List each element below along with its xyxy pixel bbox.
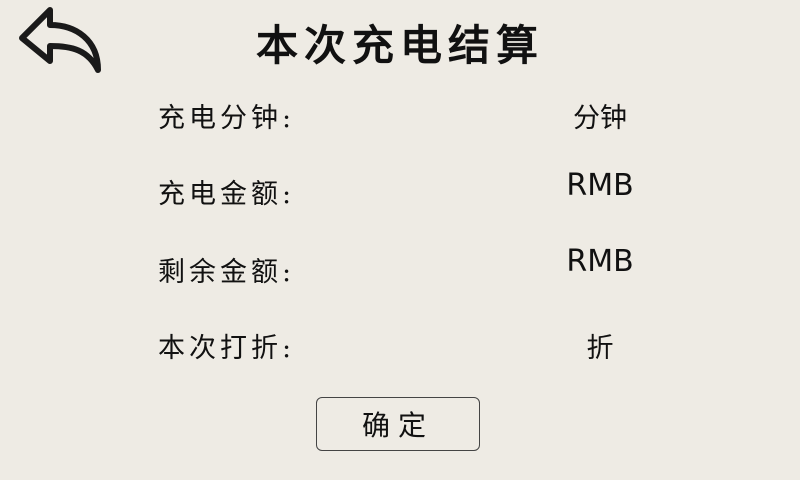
charge-amount-label: 充电金额:: [158, 179, 296, 210]
discount-value: 折: [586, 333, 614, 364]
charge-minutes-value: 分钟: [573, 103, 627, 134]
remaining-amount-label: 剩余金额:: [158, 257, 296, 288]
remaining-amount-value: RMB: [566, 244, 634, 279]
charge-minutes-label: 充电分钟:: [158, 103, 296, 134]
discount-label: 本次打折:: [158, 333, 296, 364]
page-title: 本次充电结算: [255, 21, 544, 70]
confirm-button[interactable]: 确定: [316, 397, 480, 451]
charge-amount-value: RMB: [566, 168, 634, 203]
